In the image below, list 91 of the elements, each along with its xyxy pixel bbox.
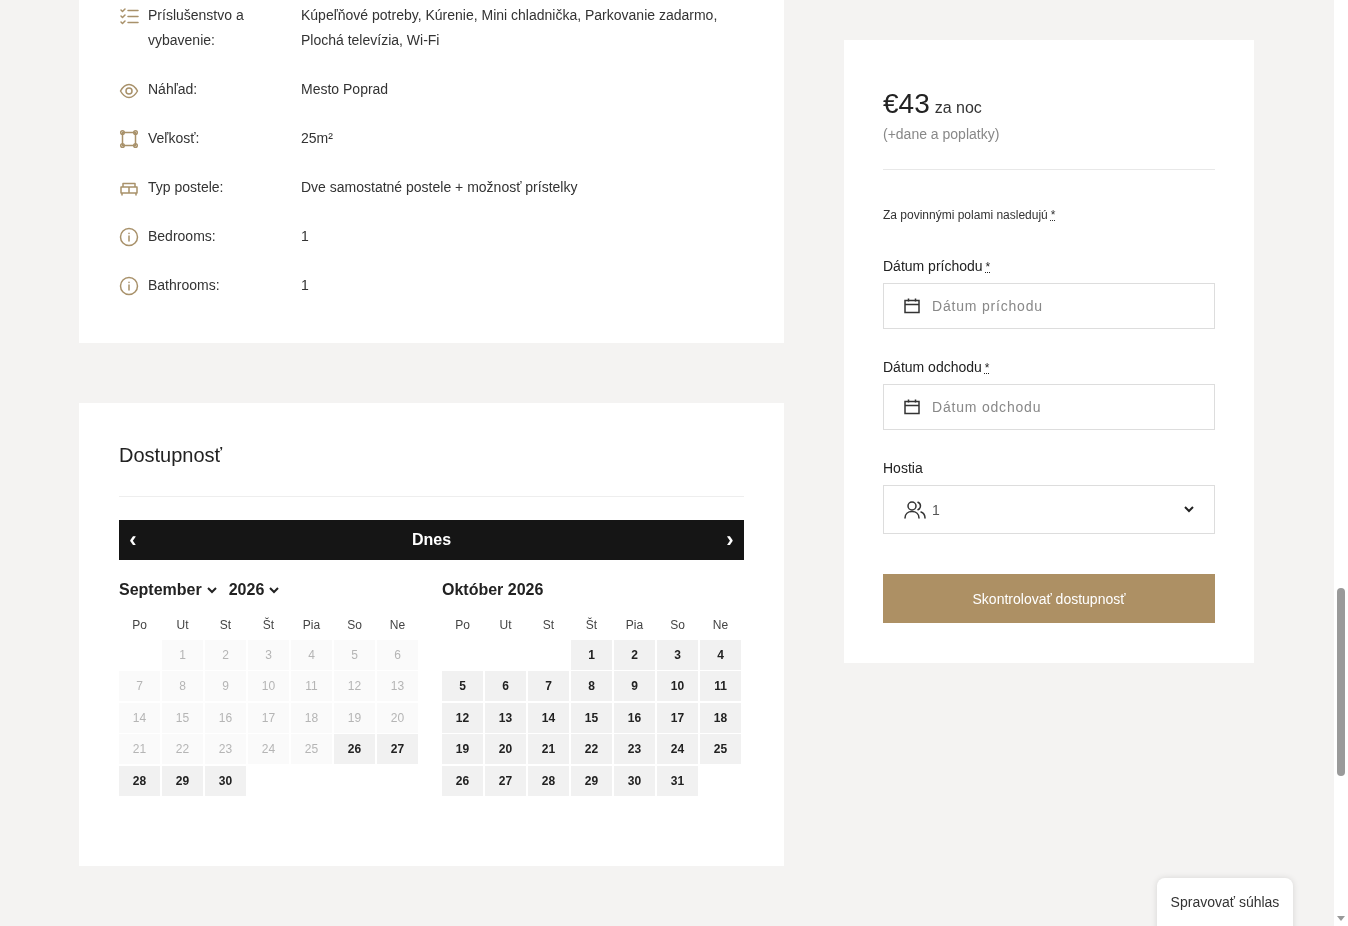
calendar-day[interactable]: 10 xyxy=(657,671,698,701)
weekday-label: Št xyxy=(584,616,599,634)
detail-value: Kúpeľňové potreby, Kúrenie, Mini chladnička, Parkovanie zadarmo, Plochá televízia, Wi-Fi xyxy=(301,6,719,50)
calendar-day[interactable]: 30 xyxy=(614,765,655,796)
detail-label: Príslušenstvo a vybavenie: xyxy=(148,6,245,50)
calendar-day[interactable]: 5 xyxy=(442,671,483,701)
weekday-label: So xyxy=(669,617,686,634)
date-field[interactable]: Dátum odchodu xyxy=(883,384,1215,430)
detail-label: Typ postele: xyxy=(148,178,225,197)
calendar-day[interactable]: 17 xyxy=(657,702,698,733)
calendar-day[interactable]: 15 xyxy=(571,702,612,733)
weekday-label: Pia xyxy=(624,617,645,634)
calendar-day[interactable]: 29 xyxy=(162,765,203,796)
caret-icon xyxy=(269,586,280,594)
calendar-day[interactable]: 29 xyxy=(571,765,612,796)
field-label: Dátum odchodu xyxy=(883,359,982,375)
calendar-day[interactable]: 18 xyxy=(700,702,741,733)
calendar-day[interactable]: 21 xyxy=(528,734,569,764)
chevron-icon xyxy=(1184,506,1194,513)
required-mark: * xyxy=(984,361,990,375)
users-icon xyxy=(904,499,926,520)
detail-value: Dve samostatné postele + možnosť prístelky xyxy=(301,178,579,197)
guests-dropdown[interactable]: 1 xyxy=(883,485,1215,534)
consent-button[interactable]: Spravovať súhlas xyxy=(1157,878,1293,926)
calendar-icon xyxy=(903,297,921,315)
taxes-note: (+dane a poplatky) xyxy=(883,126,1001,142)
weekday-label: So xyxy=(346,617,363,634)
guests-value: 1 xyxy=(932,501,941,518)
calendar-day[interactable]: 7 xyxy=(528,671,569,701)
calendar-day[interactable]: 20 xyxy=(485,734,526,764)
calendar-day[interactable]: 19 xyxy=(442,734,483,764)
calendar-day[interactable]: 13 xyxy=(485,702,526,733)
detail-value: 1 xyxy=(301,276,310,295)
calendar-day[interactable]: 26 xyxy=(334,734,375,764)
calendar-day[interactable]: 14 xyxy=(528,702,569,733)
calendar-day[interactable]: 3 xyxy=(657,639,698,670)
date-field[interactable]: Dátum príchodu xyxy=(883,283,1215,329)
calendar-day[interactable]: 22 xyxy=(571,734,612,764)
detail-label: Bathrooms: xyxy=(148,276,221,295)
calendar-day[interactable]: 30 xyxy=(205,765,246,796)
weekday-label: Ut xyxy=(498,617,513,634)
calendar-day[interactable]: 31 xyxy=(657,765,698,796)
calendar-day[interactable]: 23 xyxy=(614,734,655,764)
detail-value: 25m² xyxy=(301,129,334,148)
month-title: Október 2026 xyxy=(442,581,544,599)
required-mark: * xyxy=(1050,208,1056,222)
calendar-day[interactable]: 26 xyxy=(442,765,483,796)
weekday-label: Po xyxy=(454,617,471,634)
calendar-day[interactable]: 16 xyxy=(614,702,655,733)
today-button[interactable]: Dnes xyxy=(147,520,716,560)
weekday-label: Ut xyxy=(175,617,190,634)
required-note: Za povinnými polami nasledujú xyxy=(883,208,1048,222)
calendar-icon xyxy=(903,398,921,416)
detail-label: Náhľad: xyxy=(148,80,199,99)
month-dropdown[interactable]: September xyxy=(119,581,217,599)
weekday-label: Po xyxy=(131,617,148,634)
calendar-day[interactable]: 27 xyxy=(485,765,526,796)
calendar-day[interactable]: 27 xyxy=(377,734,418,764)
calendar-day[interactable]: 6 xyxy=(485,671,526,701)
weekday-label: Ne xyxy=(388,617,407,634)
price-amount: €43 xyxy=(883,88,930,120)
calendar-day[interactable]: 11 xyxy=(700,671,741,701)
calendar-day[interactable]: 8 xyxy=(571,671,612,701)
detail-label: Veľkosť: xyxy=(148,129,201,148)
previous-button[interactable]: ‹ xyxy=(119,520,147,560)
weekday-label: Pia xyxy=(301,617,322,634)
section-title: Dostupnosť xyxy=(119,443,224,468)
calendar-day[interactable]: 12 xyxy=(442,702,483,733)
year-dropdown[interactable]: 2026 xyxy=(228,581,280,599)
calendar-day[interactable]: 9 xyxy=(614,671,655,701)
detail-value: Mesto Poprad xyxy=(301,80,390,99)
next-button[interactable]: › xyxy=(716,520,744,560)
calendar-day[interactable]: 1 xyxy=(571,639,612,670)
calendar-day[interactable]: 2 xyxy=(614,639,655,670)
caret-icon xyxy=(206,586,217,594)
detail-label: Bedrooms: xyxy=(148,227,217,246)
field-label: Dátum príchodu xyxy=(883,258,983,274)
calendar-day[interactable]: 28 xyxy=(528,765,569,796)
calendar-day[interactable]: 4 xyxy=(700,639,741,670)
field-label: Hostia xyxy=(883,460,923,476)
price-unit: za noc xyxy=(934,99,982,117)
scroll-bar[interactable] xyxy=(1334,0,1348,926)
required-mark: * xyxy=(985,260,991,274)
detail-value: 1 xyxy=(301,227,310,246)
calendar-day[interactable]: 28 xyxy=(119,765,160,796)
weekday-label: St xyxy=(541,617,556,634)
weekday-label: Št xyxy=(261,616,276,634)
calendar-day[interactable]: 25 xyxy=(700,734,741,764)
calendar-day[interactable]: 24 xyxy=(657,734,698,764)
weekday-label: St xyxy=(218,617,233,634)
weekday-label: Ne xyxy=(711,617,730,634)
